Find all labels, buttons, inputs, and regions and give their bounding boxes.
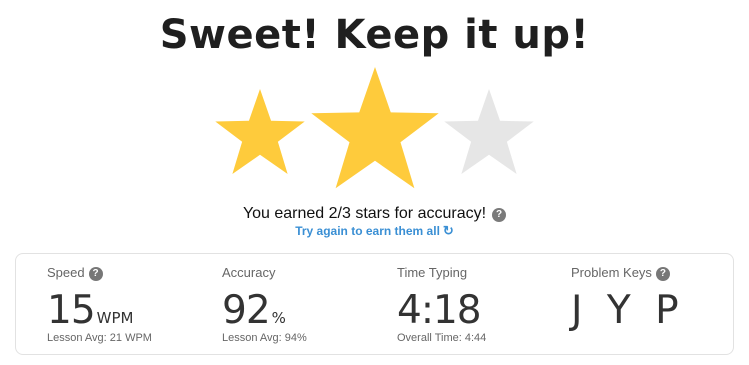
accuracy-lesson-avg: Lesson Avg: 94% bbox=[222, 332, 307, 344]
stars-earned-text: You earned 2/3 stars for accuracy! bbox=[242, 205, 487, 222]
stats-panel: Speed? 15 WPM Lesson Avg: 21 WPM Accuracy… bbox=[15, 253, 734, 355]
problem-keys-label: Problem Keys? bbox=[571, 265, 670, 281]
try-again-link[interactable]: Try again to earn them all ↻ bbox=[0, 223, 749, 239]
speed-label: Speed? bbox=[47, 265, 103, 281]
question-circle-icon[interactable]: ? bbox=[492, 208, 507, 222]
question-circle-icon[interactable]: ? bbox=[655, 267, 670, 281]
star-rating bbox=[0, 0, 749, 200]
problem-keys-value: J Y P bbox=[571, 288, 685, 333]
star-1-icon bbox=[215, 89, 305, 175]
time-typing-value: 4:18 bbox=[397, 288, 482, 333]
time-typing-label: Time Typing bbox=[397, 265, 468, 280]
retry-icon: ↻ bbox=[442, 223, 454, 238]
star-2-icon bbox=[311, 67, 439, 189]
accuracy-value: 92% bbox=[222, 288, 286, 333]
question-circle-icon[interactable]: ? bbox=[88, 267, 103, 281]
accuracy-unit: % bbox=[271, 309, 286, 327]
accuracy-label: Accuracy bbox=[222, 265, 276, 280]
star-3-icon bbox=[444, 89, 534, 175]
speed-value: 15 WPM bbox=[47, 288, 134, 333]
overall-time: Overall Time: 4:44 bbox=[397, 332, 487, 344]
stars-earned-message: You earned 2/3 stars for accuracy!? bbox=[0, 205, 749, 223]
speed-unit: WPM bbox=[96, 309, 134, 327]
try-again-label: Try again to earn them all bbox=[295, 224, 440, 238]
speed-lesson-avg: Lesson Avg: 21 WPM bbox=[47, 332, 152, 344]
